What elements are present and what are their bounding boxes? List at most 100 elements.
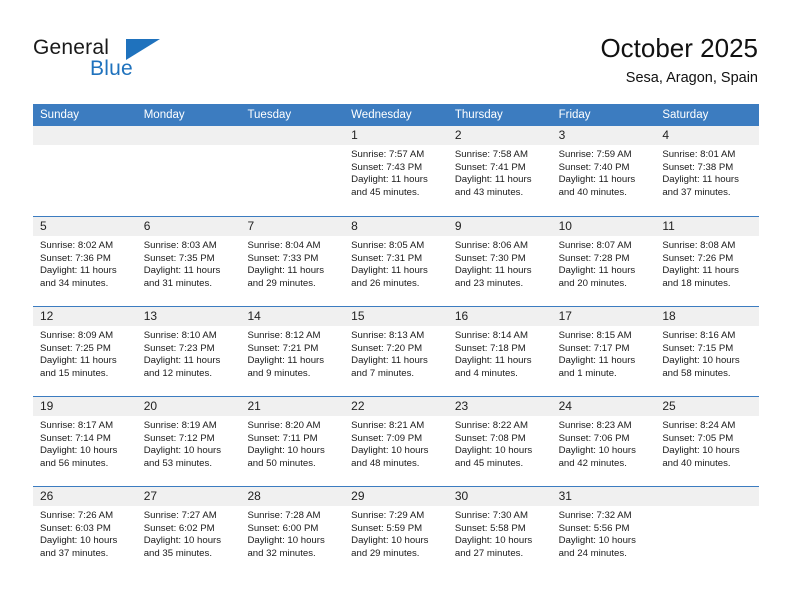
daylight-text-line1: Daylight: 10 hours bbox=[247, 535, 325, 547]
daylight-text-line2: and 31 minutes. bbox=[143, 277, 212, 289]
day-cell[interactable]: 13 Sunrise: 8:10 AM Sunset: 7:23 PM Dayligh… bbox=[136, 307, 241, 396]
day-cell[interactable]: 2 Sunrise: 7:58 AM Sunset: 7:41 PM Daylight… bbox=[447, 126, 552, 216]
day-number: 12 bbox=[40, 309, 54, 323]
day-info: Sunrise: 8:13 AM Sunset: 7:20 PM Daylight:… bbox=[344, 326, 448, 380]
day-number: 4 bbox=[662, 128, 669, 142]
day-number: 11 bbox=[662, 219, 675, 233]
day-cell[interactable]: 14 Sunrise: 8:12 AM Sunset: 7:21 PM Dayligh… bbox=[240, 307, 345, 396]
day-cell[interactable]: 31 Sunrise: 7:32 AM Sunset: 5:56 PM Dayligh… bbox=[551, 487, 656, 576]
day-number: 8 bbox=[351, 219, 358, 233]
day-cell[interactable]: 23 Sunrise: 8:22 AM Sunset: 7:08 PM Dayligh… bbox=[447, 397, 552, 486]
sunset-text: Sunset: 7:21 PM bbox=[247, 342, 319, 354]
day-info: Sunrise: 8:09 AM Sunset: 7:25 PM Daylight:… bbox=[33, 326, 137, 380]
daylight-text-line1: Daylight: 10 hours bbox=[558, 535, 636, 547]
day-cell[interactable]: 30 Sunrise: 7:30 AM Sunset: 5:58 PM Dayligh… bbox=[447, 487, 552, 576]
daylight-text-line1: Daylight: 11 hours bbox=[558, 174, 636, 186]
sunrise-text: Sunrise: 8:19 AM bbox=[143, 420, 217, 431]
day-cell[interactable]: 4 Sunrise: 8:01 AM Sunset: 7:38 PM Daylight… bbox=[655, 126, 760, 216]
day-cell[interactable]: 29 Sunrise: 7:29 AM Sunset: 5:59 PM Dayligh… bbox=[344, 487, 448, 576]
day-cell[interactable]: 17 Sunrise: 8:15 AM Sunset: 7:17 PM Dayligh… bbox=[551, 307, 656, 396]
day-number: 14 bbox=[247, 309, 261, 323]
sunset-text: Sunset: 7:43 PM bbox=[351, 161, 423, 173]
day-cell[interactable]: 26 Sunrise: 7:26 AM Sunset: 6:03 PM Dayligh… bbox=[33, 487, 137, 576]
day-info: Sunrise: 8:19 AM Sunset: 7:12 PM Daylight:… bbox=[137, 416, 241, 470]
day-cell-empty bbox=[136, 126, 241, 216]
brand-logo[interactable]: General Blue bbox=[33, 36, 213, 92]
calendar-grid: Sunday Monday Tuesday Wednesday Thursday Frid… bbox=[33, 104, 760, 576]
day-cell[interactable]: 8 Sunrise: 8:05 AM Sunset: 7:31 PM Daylight… bbox=[344, 217, 448, 306]
title-block: October 2025 Sesa, Aragon, Spain bbox=[600, 32, 758, 88]
daylight-text-line2: and 34 minutes. bbox=[40, 277, 109, 289]
day-cell[interactable]: 22 Sunrise: 8:21 AM Sunset: 7:09 PM Dayligh… bbox=[344, 397, 448, 486]
day-number: 19 bbox=[40, 399, 54, 413]
sunrise-text: Sunrise: 7:28 AM bbox=[247, 510, 321, 521]
day-number: 18 bbox=[662, 309, 676, 323]
day-number-band: 13 bbox=[136, 307, 241, 326]
day-number-band: 19 bbox=[33, 397, 137, 416]
sunrise-text: Sunrise: 7:26 AM bbox=[40, 510, 114, 521]
day-cell[interactable]: 1 Sunrise: 7:57 AM Sunset: 7:43 PM Daylight… bbox=[344, 126, 448, 216]
day-number: 17 bbox=[558, 309, 572, 323]
sunrise-text: Sunrise: 8:14 AM bbox=[454, 330, 528, 341]
week-row: 19 Sunrise: 8:17 AM Sunset: 7:14 PM Dayligh… bbox=[33, 396, 760, 486]
weekday-header-tuesday: Tuesday bbox=[247, 109, 292, 121]
day-cell[interactable]: 19 Sunrise: 8:17 AM Sunset: 7:14 PM Dayligh… bbox=[33, 397, 137, 486]
daylight-text-line1: Daylight: 10 hours bbox=[247, 445, 325, 457]
day-number-band: 4 bbox=[655, 126, 760, 145]
daylight-text-line1: Daylight: 11 hours bbox=[40, 265, 117, 277]
day-cell[interactable]: 21 Sunrise: 8:20 AM Sunset: 7:11 PM Dayligh… bbox=[240, 397, 345, 486]
day-cell[interactable]: 15 Sunrise: 8:13 AM Sunset: 7:20 PM Dayligh… bbox=[344, 307, 448, 396]
day-info: Sunrise: 8:22 AM Sunset: 7:08 PM Daylight:… bbox=[448, 416, 552, 470]
day-cell[interactable]: 7 Sunrise: 8:04 AM Sunset: 7:33 PM Daylight… bbox=[240, 217, 345, 306]
day-cell[interactable]: 20 Sunrise: 8:19 AM Sunset: 7:12 PM Dayligh… bbox=[136, 397, 241, 486]
daylight-text-line2: and 12 minutes. bbox=[143, 367, 212, 379]
sunset-text: Sunset: 7:06 PM bbox=[558, 432, 630, 444]
daylight-text-line1: Daylight: 10 hours bbox=[143, 535, 222, 547]
day-info: Sunrise: 8:02 AM Sunset: 7:36 PM Daylight:… bbox=[33, 236, 137, 290]
day-info: Sunrise: 8:10 AM Sunset: 7:23 PM Daylight:… bbox=[137, 326, 241, 380]
daylight-text-line2: and 26 minutes. bbox=[351, 277, 420, 289]
sunset-text: Sunset: 7:35 PM bbox=[143, 252, 215, 264]
day-cell[interactable]: 6 Sunrise: 8:03 AM Sunset: 7:35 PM Daylight… bbox=[136, 217, 241, 306]
daylight-text-line2: and 48 minutes. bbox=[351, 457, 420, 469]
day-cell[interactable]: 12 Sunrise: 8:09 AM Sunset: 7:25 PM Dayligh… bbox=[33, 307, 137, 396]
daylight-text-line2: and 45 minutes. bbox=[351, 186, 420, 198]
day-cell[interactable]: 25 Sunrise: 8:24 AM Sunset: 7:05 PM Dayligh… bbox=[655, 397, 760, 486]
week-row: 1 Sunrise: 7:57 AM Sunset: 7:43 PM Daylight… bbox=[33, 126, 760, 216]
day-cell[interactable]: 10 Sunrise: 8:07 AM Sunset: 7:28 PM Dayligh… bbox=[551, 217, 656, 306]
day-number: 26 bbox=[40, 489, 54, 503]
day-cell[interactable]: 3 Sunrise: 7:59 AM Sunset: 7:40 PM Daylight… bbox=[551, 126, 656, 216]
day-number-band: 15 bbox=[344, 307, 448, 326]
day-cell[interactable]: 16 Sunrise: 8:14 AM Sunset: 7:18 PM Dayligh… bbox=[447, 307, 552, 396]
daylight-text-line2: and 56 minutes. bbox=[40, 457, 109, 469]
day-cell[interactable]: 11 Sunrise: 8:08 AM Sunset: 7:26 PM Dayligh… bbox=[655, 217, 760, 306]
sunrise-text: Sunrise: 7:58 AM bbox=[454, 149, 528, 160]
day-cell[interactable]: 28 Sunrise: 7:28 AM Sunset: 6:00 PM Dayligh… bbox=[240, 487, 345, 576]
sunset-text: Sunset: 7:26 PM bbox=[662, 252, 734, 264]
sunrise-text: Sunrise: 8:04 AM bbox=[247, 240, 321, 251]
day-info: Sunrise: 7:27 AM Sunset: 6:02 PM Daylight:… bbox=[137, 506, 241, 560]
day-info: Sunrise: 8:20 AM Sunset: 7:11 PM Daylight:… bbox=[240, 416, 344, 470]
sunset-text: Sunset: 5:58 PM bbox=[454, 522, 526, 534]
daylight-text-line2: and 37 minutes. bbox=[40, 547, 109, 559]
daylight-text-line1: Daylight: 11 hours bbox=[558, 355, 636, 367]
sunset-text: Sunset: 7:08 PM bbox=[454, 432, 526, 444]
daylight-text-line1: Daylight: 11 hours bbox=[351, 265, 428, 277]
sunrise-text: Sunrise: 8:17 AM bbox=[40, 420, 114, 431]
day-cell[interactable]: 9 Sunrise: 8:06 AM Sunset: 7:30 PM Daylight… bbox=[447, 217, 552, 306]
day-info: Sunrise: 7:32 AM Sunset: 5:56 PM Daylight:… bbox=[552, 506, 656, 560]
sunrise-text: Sunrise: 8:09 AM bbox=[40, 330, 114, 341]
day-cell[interactable]: 5 Sunrise: 8:02 AM Sunset: 7:36 PM Daylight… bbox=[33, 217, 137, 306]
day-number: 10 bbox=[558, 219, 572, 233]
sunrise-text: Sunrise: 7:27 AM bbox=[143, 510, 217, 521]
day-cell[interactable]: 27 Sunrise: 7:27 AM Sunset: 6:02 PM Dayligh… bbox=[136, 487, 241, 576]
sunset-text: Sunset: 7:14 PM bbox=[40, 432, 111, 444]
weekday-header-row: Sunday Monday Tuesday Wednesday Thursday Frid… bbox=[33, 104, 759, 126]
day-number: 31 bbox=[558, 489, 572, 503]
sunset-text: Sunset: 5:59 PM bbox=[351, 522, 423, 534]
day-cell[interactable]: 18 Sunrise: 8:16 AM Sunset: 7:15 PM Dayligh… bbox=[655, 307, 760, 396]
day-cell[interactable]: 24 Sunrise: 8:23 AM Sunset: 7:06 PM Dayligh… bbox=[551, 397, 656, 486]
sunrise-text: Sunrise: 8:16 AM bbox=[662, 330, 736, 341]
sunset-text: Sunset: 7:25 PM bbox=[40, 342, 111, 354]
day-number-band: 6 bbox=[136, 217, 241, 236]
